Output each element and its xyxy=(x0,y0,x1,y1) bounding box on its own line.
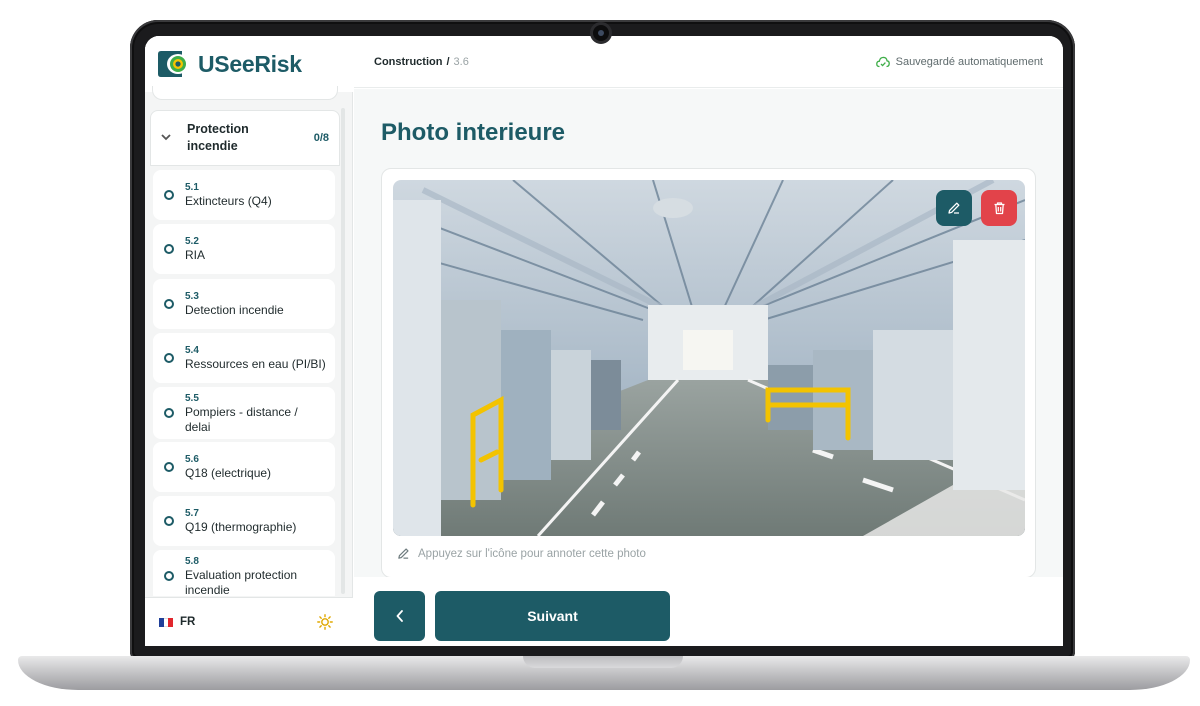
sun-icon[interactable] xyxy=(317,614,333,630)
item-label: Extincteurs (Q4) xyxy=(185,194,272,208)
item-number: 5.6 xyxy=(185,454,199,465)
sidebar-item-5-8[interactable]: 5.8 Evaluation protection incendie xyxy=(153,550,335,596)
item-label: Q18 (electrique) xyxy=(185,466,272,480)
sidebar-item-5-2[interactable]: 5.2 RIA xyxy=(153,224,335,274)
back-button[interactable] xyxy=(374,591,425,641)
sidebar-footer: FR xyxy=(145,597,353,646)
sidebar: USeeRisk Protection incendie 0/8 5.1 Ext… xyxy=(145,36,353,646)
sidebar-item-5-4[interactable]: 5.4 Ressources en eau (PI/BI) xyxy=(153,333,335,383)
sidebar-item-5-7[interactable]: 5.7 Q19 (thermographie) xyxy=(153,496,335,546)
trash-icon xyxy=(994,202,1004,215)
radio-icon xyxy=(164,190,174,200)
radio-icon xyxy=(164,571,174,581)
bottom-navigation: Suivant xyxy=(354,577,1063,646)
sidebar-scrollbar[interactable] xyxy=(341,108,345,594)
annotation-hint: Appuyez sur l'icône pour annoter cette p… xyxy=(397,547,646,560)
annotation-hint-text: Appuyez sur l'icône pour annoter cette p… xyxy=(418,547,646,560)
main-content: Photo interieure Appuyez sur l'icône pou… xyxy=(354,89,1063,578)
delete-photo-button[interactable] xyxy=(981,190,1017,226)
sidebar-item-5-1[interactable]: 5.1 Extincteurs (Q4) xyxy=(153,170,335,220)
breadcrumb-separator: / xyxy=(446,55,450,68)
item-label: Evaluation protection incendie xyxy=(185,567,298,597)
french-flag-icon xyxy=(159,617,174,627)
language-selector[interactable]: FR xyxy=(180,616,195,628)
item-number: 5.1 xyxy=(185,182,199,193)
breadcrumb-step: 3.6 xyxy=(453,55,469,68)
breadcrumb-section[interactable]: Construction xyxy=(374,56,442,68)
chevron-left-icon xyxy=(396,610,403,622)
radio-icon xyxy=(164,462,174,472)
interior-photo[interactable] xyxy=(393,180,1025,536)
logo-bar: USeeRisk xyxy=(145,36,353,92)
item-number: 5.8 xyxy=(185,555,199,567)
chevron-down-icon xyxy=(151,132,181,144)
page-title: Photo interieure xyxy=(381,119,566,146)
item-number: 5.5 xyxy=(185,392,199,404)
laptop-base-notch xyxy=(523,656,683,668)
section-protection-incendie[interactable]: Protection incendie 0/8 xyxy=(150,110,340,166)
top-bar: Construction / 3.6 Sauvegardé automatiqu… xyxy=(354,36,1063,88)
item-number: 5.3 xyxy=(185,291,199,302)
section-items-list: 5.1 Extincteurs (Q4) 5.2 RIA 5.3 Detecti… xyxy=(150,166,340,596)
pencil-icon xyxy=(948,202,960,214)
photo-card: Appuyez sur l'icône pour annoter cette p… xyxy=(381,168,1036,578)
radio-icon xyxy=(164,353,174,363)
item-number: 5.2 xyxy=(185,236,199,247)
next-button[interactable]: Suivant xyxy=(435,591,670,641)
item-label: Q19 (thermographie) xyxy=(185,520,297,534)
useerisk-logo-icon xyxy=(158,51,192,77)
radio-icon xyxy=(164,299,174,309)
cloud-sync-icon xyxy=(875,56,890,67)
autosave-text: Sauvegardé automatiquement xyxy=(895,55,1043,68)
radio-icon xyxy=(164,244,174,254)
section-title: Protection incendie xyxy=(187,122,249,153)
sidebar-item-5-5[interactable]: 5.5 Pompiers - distance / delai xyxy=(153,387,335,439)
annotate-photo-button[interactable] xyxy=(936,190,972,226)
pencil-icon xyxy=(398,548,409,559)
brand-name: USeeRisk xyxy=(198,50,302,77)
previous-section-card xyxy=(152,86,338,100)
sidebar-item-5-6[interactable]: 5.6 Q18 (electrique) xyxy=(153,442,335,492)
item-number: 5.7 xyxy=(185,508,199,519)
item-label: Detection incendie xyxy=(185,303,284,317)
sidebar-item-5-3[interactable]: 5.3 Detection incendie xyxy=(153,279,335,329)
item-label: RIA xyxy=(185,248,206,262)
item-label: Ressources en eau (PI/BI) xyxy=(185,357,326,371)
radio-icon xyxy=(164,408,174,418)
radio-icon xyxy=(164,516,174,526)
webcam xyxy=(590,22,612,44)
app-screen: USeeRisk Protection incendie 0/8 5.1 Ext… xyxy=(145,36,1063,646)
autosave-status: Sauvegardé automatiquement xyxy=(875,55,1043,68)
item-label: Pompiers - distance / delai xyxy=(185,404,298,434)
section-progress-count: 0/8 xyxy=(313,132,329,144)
item-number: 5.4 xyxy=(185,345,199,356)
